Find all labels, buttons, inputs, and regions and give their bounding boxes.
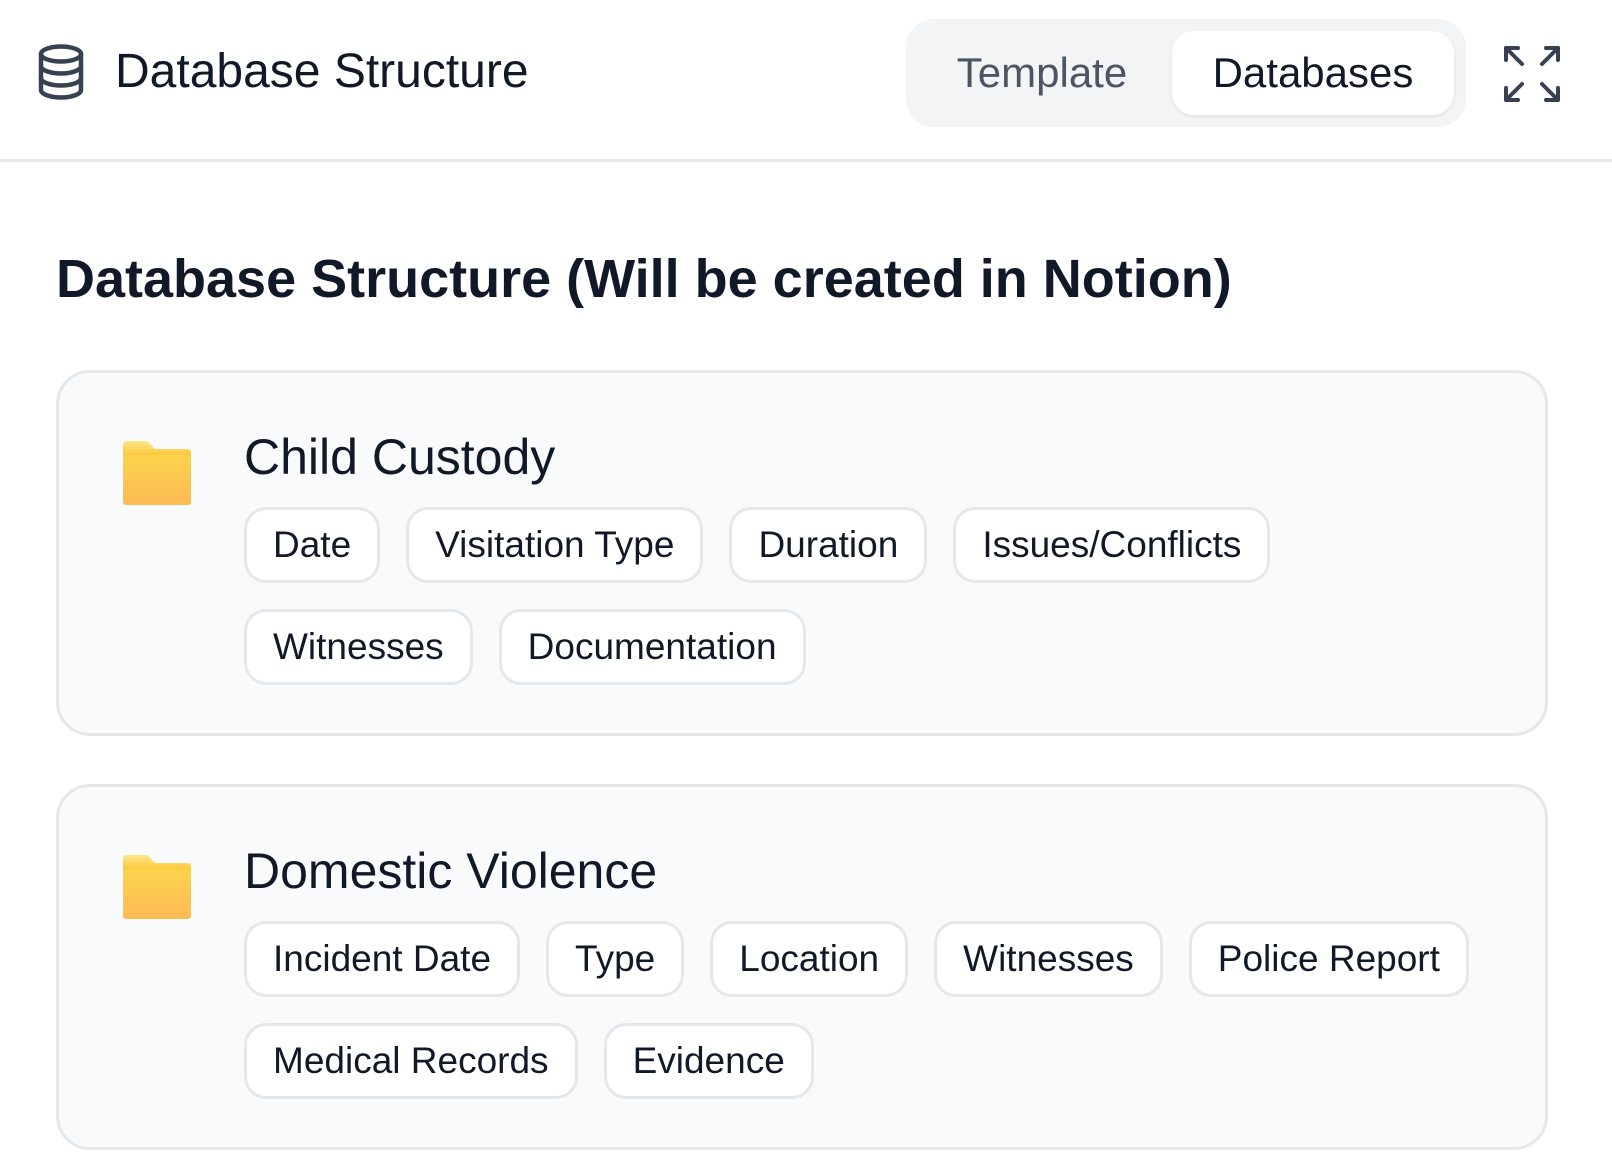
field-tag: Visitation Type xyxy=(406,507,704,583)
database-card-child-custody: Child Custody Date Visitation Type Durat… xyxy=(56,370,1548,736)
database-card-domestic-violence: Domestic Violence Incident Date Type Loc… xyxy=(56,784,1548,1150)
field-tag: Documentation xyxy=(498,609,806,685)
header-bar: Database Structure Template Databases xyxy=(0,0,1612,162)
field-tag: Date xyxy=(244,507,381,583)
app-title: Database Structure xyxy=(115,45,529,98)
expand-icon[interactable] xyxy=(1502,44,1562,104)
database-name: Child Custody xyxy=(244,429,556,485)
field-tag-list: Incident Date Type Location Witnesses Po… xyxy=(244,921,1504,1099)
database-icon xyxy=(38,44,84,100)
field-tag: Incident Date xyxy=(244,921,521,997)
folder-icon xyxy=(123,441,191,505)
field-tag-list: Date Visitation Type Duration Issues/Con… xyxy=(244,507,1504,685)
field-tag: Location xyxy=(710,921,909,997)
database-name: Domestic Violence xyxy=(244,843,658,899)
folder-icon xyxy=(123,855,191,919)
page-title: Database Structure (Will be created in N… xyxy=(56,249,1232,309)
field-tag: Evidence xyxy=(603,1023,814,1099)
view-switcher: Template Databases xyxy=(906,19,1466,127)
field-tag: Police Report xyxy=(1188,921,1469,997)
tab-template[interactable]: Template xyxy=(922,31,1162,115)
tab-databases[interactable]: Databases xyxy=(1172,31,1454,115)
field-tag: Medical Records xyxy=(244,1023,578,1099)
field-tag: Issues/Conflicts xyxy=(953,507,1271,583)
field-tag: Witnesses xyxy=(244,609,473,685)
field-tag: Type xyxy=(546,921,685,997)
field-tag: Witnesses xyxy=(934,921,1163,997)
field-tag: Duration xyxy=(729,507,928,583)
